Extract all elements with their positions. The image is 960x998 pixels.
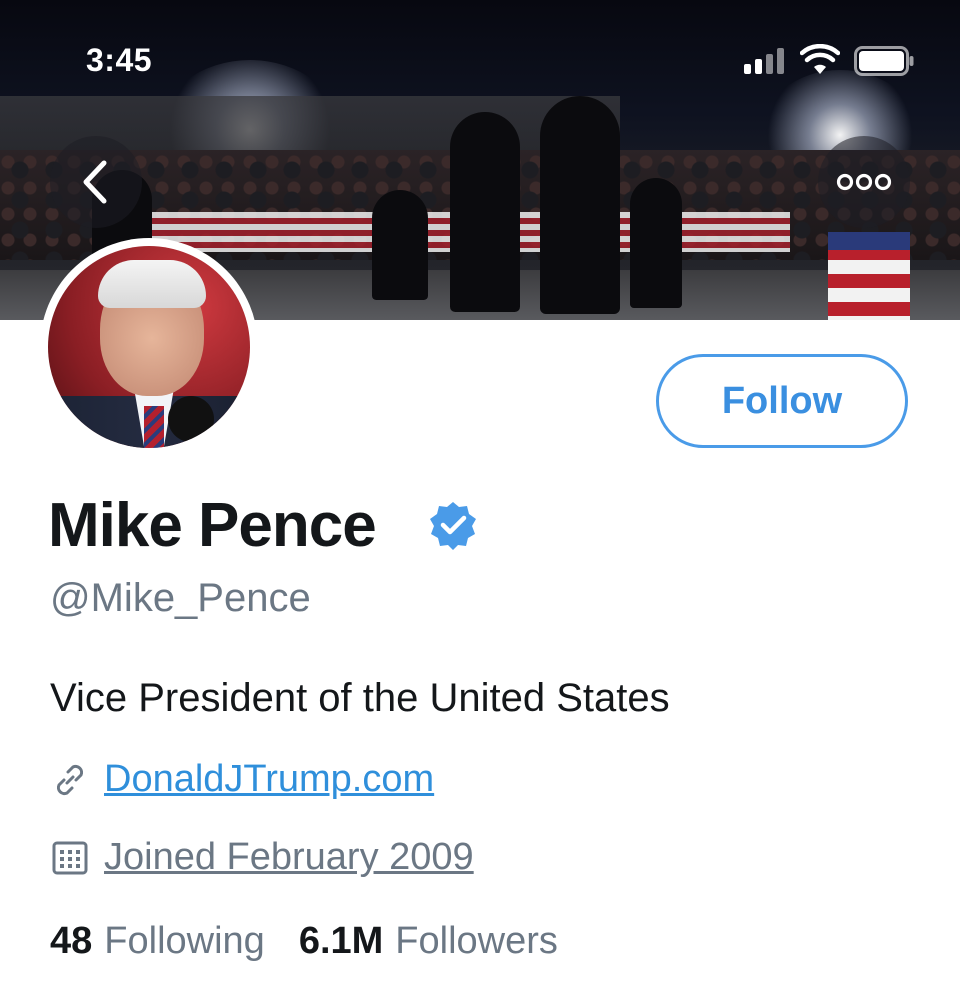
profile-website-row: DonaldJTrump.com <box>50 758 434 801</box>
chevron-left-icon <box>83 160 107 204</box>
back-button[interactable] <box>50 136 142 228</box>
profile-joined-row: Joined February 2009 <box>50 836 474 879</box>
profile-handle: @Mike_Pence <box>50 576 311 620</box>
website-link[interactable]: DonaldJTrump.com <box>104 758 434 801</box>
ellipsis-icon <box>836 173 892 191</box>
wifi-icon <box>800 44 840 74</box>
cellular-signal-icon <box>744 48 788 74</box>
following-label[interactable]: Following <box>104 920 265 963</box>
following-count[interactable]: 48 <box>50 920 92 963</box>
followers-label[interactable]: Followers <box>395 920 558 963</box>
profile-name: Mike Pence <box>48 491 377 560</box>
calendar-icon <box>52 841 88 874</box>
follow-button[interactable]: Follow <box>656 354 908 448</box>
profile-bio: Vice President of the United States <box>50 676 670 720</box>
profile-avatar[interactable] <box>40 238 258 456</box>
more-options-button[interactable] <box>818 136 910 228</box>
followers-count[interactable]: 6.1M <box>299 920 383 963</box>
battery-icon <box>854 46 914 76</box>
status-bar-time: 3:45 <box>86 42 153 78</box>
joined-date: Joined February 2009 <box>104 836 474 878</box>
verified-badge-icon <box>430 502 476 550</box>
link-icon <box>56 764 84 795</box>
follow-stats: 48 Following 6.1M Followers <box>50 920 580 963</box>
